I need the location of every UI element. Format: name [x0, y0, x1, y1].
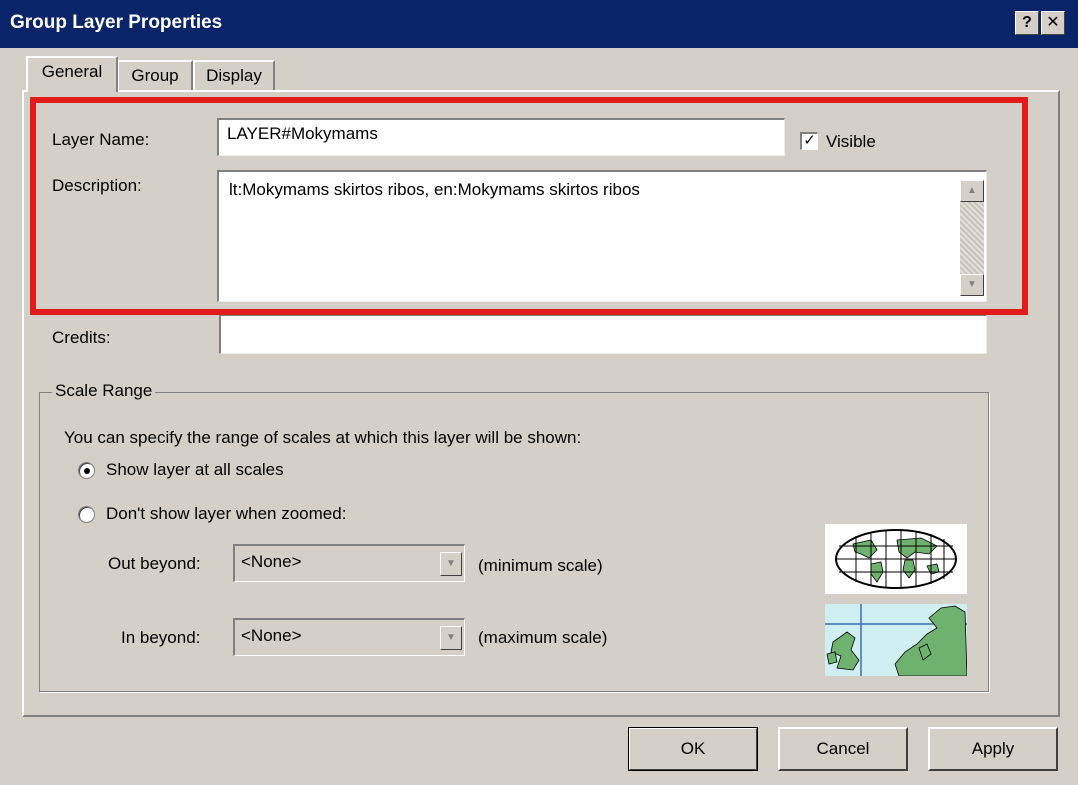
globe-map-icon [825, 524, 967, 594]
tab-general-label: General [41, 62, 103, 81]
close-icon: ✕ [1046, 14, 1060, 31]
in-beyond-dropdown-button[interactable]: ▼ [440, 626, 462, 650]
radio-dont-show-zoomed-label[interactable]: Don't show layer when zoomed: [106, 504, 346, 524]
highlight-rectangle [30, 97, 1028, 315]
tab-general[interactable]: General [26, 56, 118, 92]
radio-dont-show-zoomed[interactable] [78, 506, 95, 523]
apply-button[interactable]: Apply [928, 727, 1058, 771]
radio-selected-dot [84, 468, 90, 474]
window-title: Group Layer Properties [10, 12, 223, 33]
credits-input[interactable] [219, 314, 987, 354]
credits-label: Credits: [52, 328, 111, 347]
ok-button[interactable]: OK [628, 727, 758, 771]
tab-group[interactable]: Group [117, 60, 193, 90]
tab-display-label: Display [206, 66, 262, 85]
in-beyond-combo[interactable]: <None> ▼ [233, 618, 465, 656]
out-beyond-dropdown-button[interactable]: ▼ [440, 552, 462, 576]
cancel-button[interactable]: Cancel [778, 727, 908, 771]
radio-all-scales[interactable] [78, 462, 95, 479]
tab-display[interactable]: Display [193, 60, 275, 90]
chevron-down-icon: ▼ [446, 632, 456, 643]
in-beyond-label: In beyond: [121, 628, 201, 647]
out-beyond-hint: (minimum scale) [478, 556, 603, 575]
title-bar: Group Layer Properties ? ✕ [0, 0, 1078, 48]
scale-range-instructions: You can specify the range of scales at w… [64, 428, 582, 447]
radio-all-scales-label[interactable]: Show layer at all scales [106, 460, 284, 480]
out-beyond-value: <None> [241, 552, 302, 571]
tab-group-label: Group [131, 66, 179, 85]
in-beyond-value: <None> [241, 626, 302, 645]
europe-map-icon [825, 604, 967, 676]
out-beyond-label: Out beyond: [108, 554, 201, 573]
help-button[interactable]: ? [1015, 11, 1039, 35]
close-button[interactable]: ✕ [1041, 11, 1065, 35]
out-beyond-combo[interactable]: <None> ▼ [233, 544, 465, 582]
in-beyond-hint: (maximum scale) [478, 628, 608, 647]
chevron-down-icon: ▼ [446, 558, 456, 569]
scale-range-title: Scale Range [52, 381, 156, 401]
